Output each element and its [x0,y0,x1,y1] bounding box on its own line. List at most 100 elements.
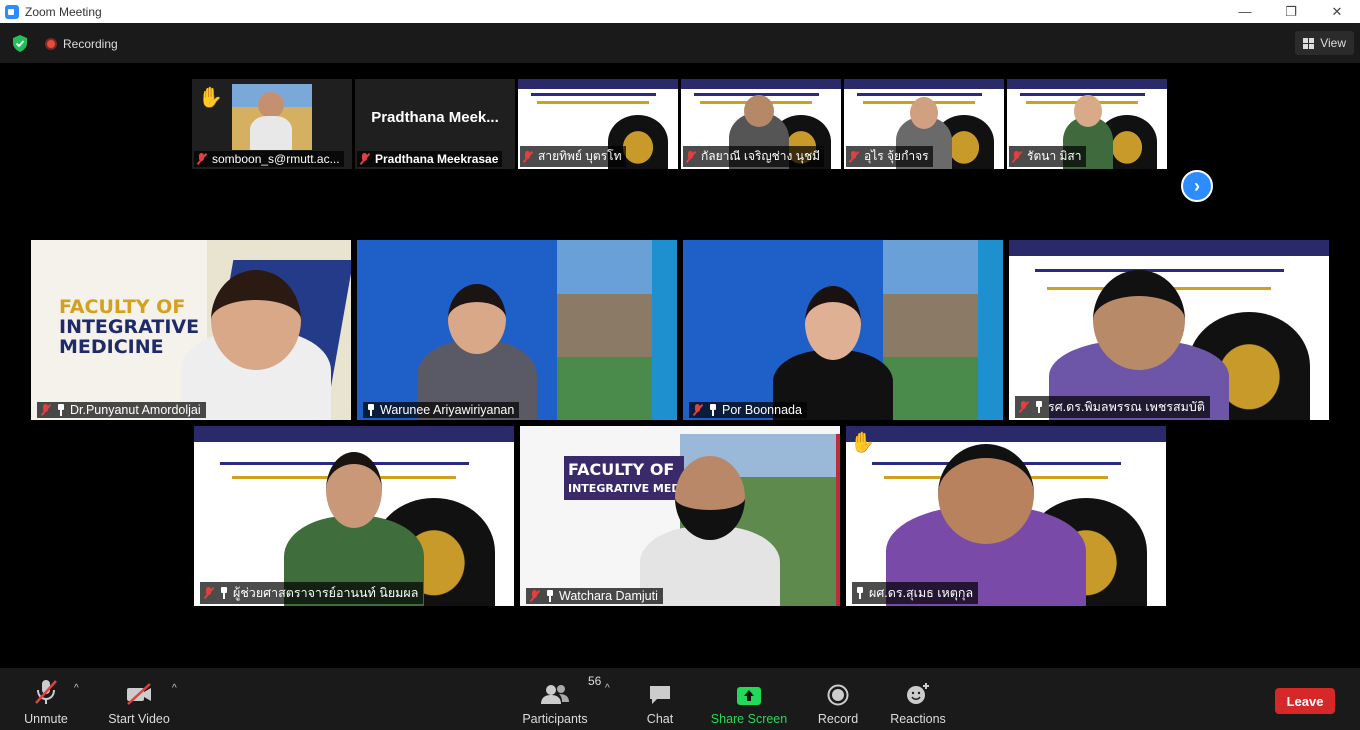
participant-name: กัลยาณี เจริญช่าง นุชมี [701,149,820,163]
participant-name-label: รศ.ดร.พิมลพรรณ เพชรสมบัติ [1015,396,1210,418]
view-button[interactable]: View [1295,31,1354,55]
reactions-label: Reactions [890,712,946,726]
recording-indicator[interactable]: Recording [45,37,118,51]
participant-name-card: Pradthana Meek... [371,108,499,126]
record-button[interactable]: Record [817,676,859,726]
record-label: Record [817,712,859,726]
participant-name: Dr.Punyanut Amordoljai [70,403,201,417]
participants-count: 56 [588,674,602,688]
participant-thumb[interactable]: กัลยาณี เจริญช่าง นุชมี [681,79,841,169]
security-shield-icon[interactable] [12,35,28,52]
participant-tile[interactable]: FACULTY OF INTEGRATIVE MEDICINE Dr.Punya… [31,240,351,420]
participant-thumb[interactable]: Pradthana Meek... Pradthana Meekrasae [355,79,515,169]
raised-hand-icon: ✋ [198,87,223,109]
slide-title-line: INTEGRATIVE [59,316,200,338]
participant-tile[interactable]: รศ.ดร.พิมลพรรณ เพชรสมบัติ [1009,240,1329,420]
pin-icon [545,590,555,602]
window-titlebar: Zoom Meeting — ❐ ✕ [0,0,1360,23]
participant-name: สายทิพย์ บุตรโท [538,149,622,163]
unmute-label: Unmute [24,712,68,726]
participants-button[interactable]: 56 Participants [522,674,601,726]
participant-name: somboon_s@rmutt.ac... [212,152,340,166]
participant-name-label: ผศ.ดร.สุเมธ เหตุกุล [852,582,979,604]
muted-mic-icon [1011,150,1022,163]
muted-mic-icon [1018,401,1029,413]
zoom-app-icon [5,4,19,19]
participant-thumb[interactable]: อุไร จุ้ยกำจร [844,79,1004,169]
recording-dot-icon [45,38,57,50]
participant-thumb[interactable]: รัตนา มิสา [1007,79,1167,169]
participant-name: ผู้ช่วยศาสตราจารย์อานนท์ นิยมผล [233,586,419,600]
muted-mic-icon [359,153,370,165]
participant-name-label: ผู้ช่วยศาสตราจารย์อานนท์ นิยมผล [200,582,424,604]
participant-name-label: รัตนา มิสา [1009,146,1086,167]
muted-mic-icon [196,153,207,165]
pin-icon [708,404,718,416]
recording-label: Recording [63,37,118,51]
participant-name-label: Por Boonnada [689,402,807,418]
video-options-caret-icon[interactable]: ^ [172,683,177,694]
chat-label: Chat [646,712,674,726]
participants-icon [541,685,569,704]
share-screen-icon [737,687,761,705]
window-title: Zoom Meeting [25,4,102,19]
participant-thumb[interactable]: ✋ somboon_s@rmutt.ac... [192,79,352,169]
reactions-button[interactable]: Reactions [890,676,946,726]
muted-mic-icon [692,404,703,416]
pin-icon [1034,401,1044,413]
slide-title-line: FACULTY OF [59,296,186,318]
muted-mic-icon [40,404,51,416]
pin-icon [855,587,865,599]
participant-tile-active-speaker[interactable]: ✋ ผศ.ดร.สุเมธ เหตุกุล [846,426,1166,606]
participant-tile[interactable]: Warunee Ariyawiriyanan [357,240,677,420]
pin-icon [219,587,229,599]
chat-button[interactable]: Chat [645,676,675,726]
leave-button[interactable]: Leave [1275,688,1335,714]
maximize-button[interactable]: ❐ [1268,0,1314,23]
participant-name-label: สายทิพย์ บุตรโท [520,146,626,167]
participants-label: Participants [522,712,588,726]
start-video-button[interactable]: Start Video [108,676,170,726]
raised-hand-icon: ✋ [850,432,875,454]
participant-tile[interactable]: ผู้ช่วยศาสตราจารย์อานนท์ นิยมผล [194,426,514,606]
participant-name: Pradthana Meekrasae [375,152,499,166]
start-video-label: Start Video [108,712,170,726]
muted-mic-icon [203,587,214,599]
participant-tile[interactable]: FACULTY OF INTEGRATIVE MEDI Watchara Dam… [520,426,840,606]
participant-tile[interactable]: Por Boonnada [683,240,1003,420]
muted-microphone-icon [35,680,57,704]
participant-name-label: Warunee Ariyawiriyanan [363,402,520,418]
unmute-button[interactable]: Unmute [24,676,68,726]
participant-thumb[interactable]: สายทิพย์ บุตรโท [518,79,678,169]
participant-name: Watchara Damjuti [559,589,658,603]
participant-name: รัตนา มิสา [1027,149,1082,163]
participant-name: Warunee Ariyawiriyanan [380,403,515,417]
video-off-icon [127,683,151,705]
participant-name: Por Boonnada [722,403,802,417]
chevron-right-icon: › [1194,175,1200,196]
participant-name-label: Watchara Damjuti [526,588,663,604]
record-icon [827,684,849,706]
participant-name: รศ.ดร.พิมลพรรณ เพชรสมบัติ [1048,400,1205,414]
reactions-smiley-icon [907,683,929,704]
chat-bubble-icon [650,686,670,704]
participant-name-label: กัลยาณี เจริญช่าง นุชมี [683,146,824,167]
window-controls: — ❐ ✕ [1222,0,1360,23]
close-button[interactable]: ✕ [1314,0,1360,23]
slide-title-line: FACULTY OF [568,460,675,479]
minimize-button[interactable]: — [1222,0,1268,23]
participant-name-label: somboon_s@rmutt.ac... [194,151,344,167]
meeting-toolbar: Unmute ^ Start Video ^ 56 Participants ^ [0,668,1360,730]
video-stage: ✋ somboon_s@rmutt.ac... Pradthana Meek..… [0,63,1360,668]
participant-name-label: อุไร จุ้ยกำจร [846,146,933,167]
share-screen-button[interactable]: Share Screen [711,676,787,726]
slide-title-line: INTEGRATIVE MEDI [568,482,685,495]
participant-name: อุไร จุ้ยกำจร [864,149,929,163]
participants-options-caret-icon[interactable]: ^ [605,683,610,694]
muted-mic-icon [848,150,859,163]
muted-mic-icon [522,150,533,163]
next-page-button[interactable]: › [1181,170,1213,202]
audio-options-caret-icon[interactable]: ^ [74,683,79,694]
slide-title-line: MEDICINE [59,336,164,358]
pin-icon [56,404,66,416]
